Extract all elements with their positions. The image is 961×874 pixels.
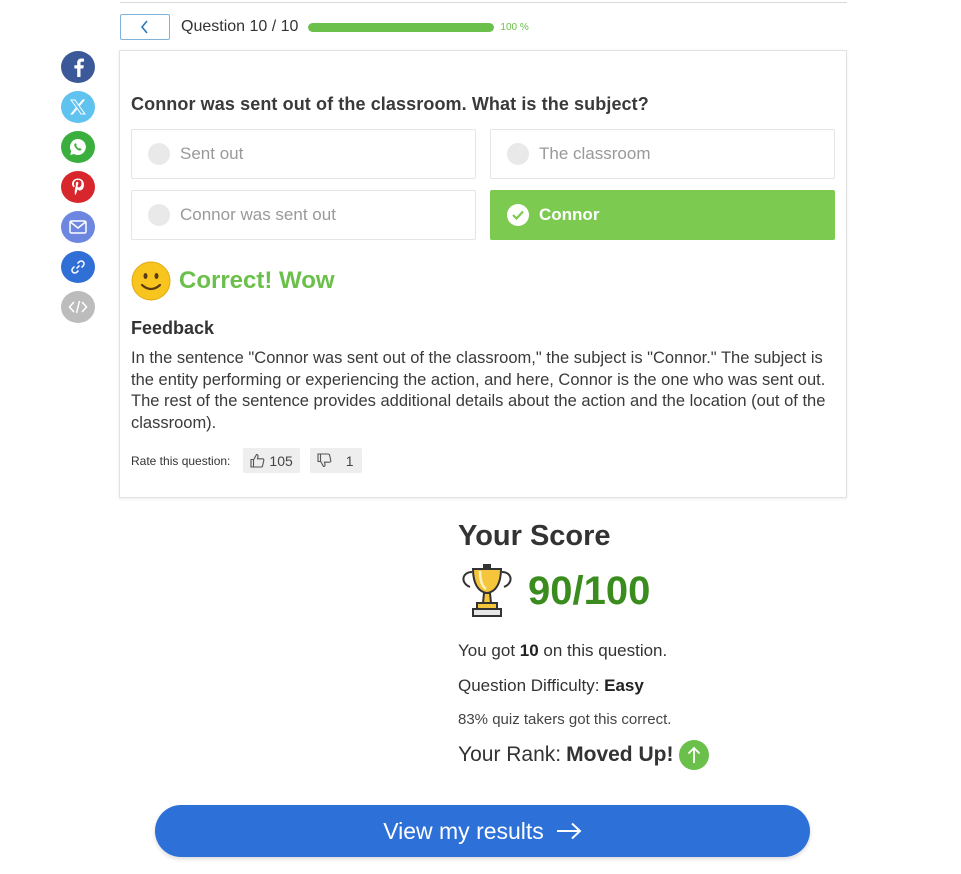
progress-fill — [308, 22, 495, 32]
thumbs-up-icon — [250, 453, 265, 468]
thumbs-down-count: 1 — [345, 452, 354, 469]
option-sent-out[interactable]: Sent out — [131, 129, 476, 179]
smiley-icon — [131, 261, 171, 301]
option-label: The classroom — [539, 144, 651, 163]
check-circle-icon — [507, 204, 529, 226]
share-bar — [61, 51, 95, 323]
question-text: Connor was sent out of the classroom. Wh… — [131, 94, 649, 114]
link-icon — [71, 260, 85, 274]
pinterest-share-button[interactable] — [61, 171, 95, 203]
feedback-body: In the sentence "Connor was sent out of … — [131, 349, 826, 432]
question-header: Question 10 / 10 100 % — [120, 14, 529, 40]
facebook-icon — [74, 58, 84, 77]
option-label: Connor — [539, 205, 600, 224]
email-share-button[interactable] — [61, 211, 95, 243]
score-value: 90/100 — [528, 568, 651, 613]
result-banner: Correct! Wow — [131, 261, 335, 301]
difficulty-line: Question Difficulty: Easy — [458, 676, 644, 695]
progress-label: 100 % — [500, 21, 529, 33]
chevron-left-icon — [140, 20, 148, 34]
feedback-heading: Feedback — [131, 318, 215, 338]
option-label: Connor was sent out — [180, 205, 336, 224]
copy-link-button[interactable] — [61, 251, 95, 283]
question-counter: Question 10 / 10 — [181, 18, 299, 35]
radio-circle — [148, 204, 170, 226]
x-logo-icon — [70, 99, 86, 115]
thumbs-down-button[interactable]: 1 — [309, 448, 362, 473]
points-value: 10 — [519, 641, 539, 660]
rank-line: Your Rank: Moved Up! — [458, 740, 710, 770]
points-line: You got 10 on this question. — [458, 641, 668, 660]
view-results-button[interactable]: View my results — [155, 805, 810, 857]
option-connor-was-sent-out[interactable]: Connor was sent out — [131, 190, 476, 240]
thumbs-down-icon — [317, 453, 332, 468]
result-text: Correct! Wow — [179, 267, 335, 294]
radio-circle — [148, 143, 170, 165]
arrow-up-icon — [679, 740, 710, 770]
score-panel: Your Score 90/100 You got 10 on this que… — [458, 520, 710, 770]
rate-label: Rate this question: — [131, 453, 231, 468]
thumbs-up-count: 105 — [269, 452, 293, 469]
rating-row: Rate this question: 105 1 — [131, 448, 362, 473]
back-button[interactable] — [120, 14, 170, 40]
top-divider — [120, 2, 847, 3]
email-icon — [69, 220, 87, 234]
pinterest-icon — [72, 178, 84, 195]
embed-button[interactable] — [61, 291, 95, 323]
question-card: Connor was sent out of the classroom. Wh… — [119, 50, 847, 498]
code-icon — [68, 300, 88, 314]
progress-bar — [308, 22, 495, 32]
view-results-label: View my results — [383, 817, 544, 844]
difficulty-value: Easy — [604, 676, 644, 695]
radio-circle — [507, 143, 529, 165]
x-share-button[interactable] — [61, 91, 95, 123]
option-label: Sent out — [180, 144, 244, 163]
whatsapp-icon — [70, 139, 86, 155]
whatsapp-share-button[interactable] — [61, 131, 95, 163]
score-title: Your Score — [458, 520, 611, 552]
trophy-icon — [462, 564, 512, 617]
score-row: 90/100 — [458, 563, 709, 619]
option-the-classroom[interactable]: The classroom — [490, 129, 835, 179]
thumbs-up-button[interactable]: 105 — [243, 448, 300, 473]
arrow-right-icon — [556, 822, 582, 840]
rank-value: Moved Up! — [566, 743, 674, 766]
option-connor[interactable]: Connor — [490, 190, 835, 240]
percent-correct-line: 83% quiz takers got this correct. — [458, 711, 672, 728]
facebook-share-button[interactable] — [61, 51, 95, 83]
